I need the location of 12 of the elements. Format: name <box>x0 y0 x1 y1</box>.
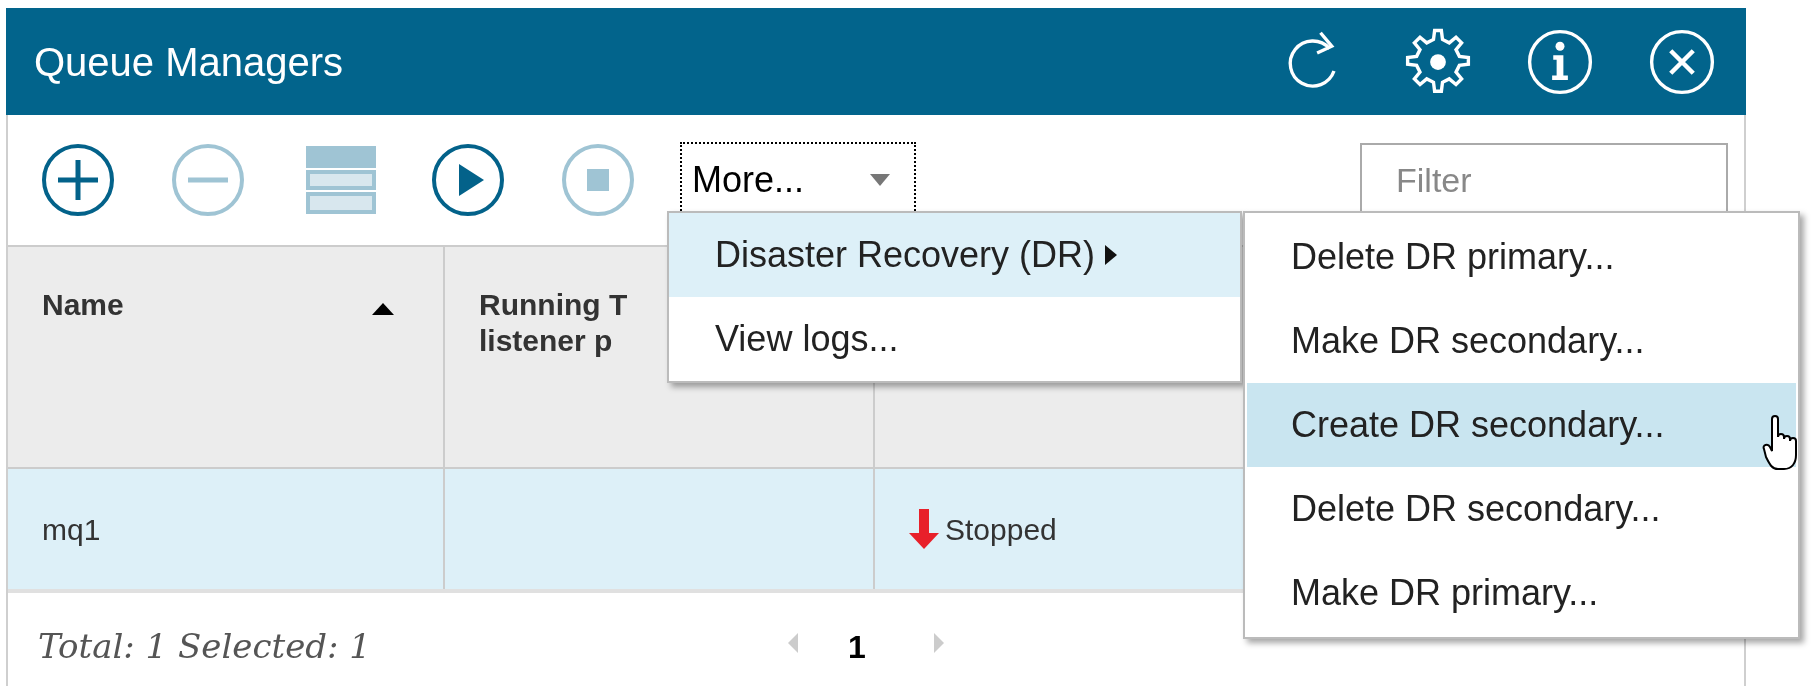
menu-item[interactable]: Disaster Recovery (DR) <box>669 213 1240 297</box>
selection-summary: Total: 1 Selected: 1 <box>38 625 371 668</box>
status-text: Stopped <box>945 511 1057 548</box>
column-header[interactable]: Name <box>8 247 445 467</box>
play-icon[interactable] <box>430 142 506 218</box>
window-title: Queue Managers <box>34 38 345 86</box>
page-number[interactable]: 1 <box>848 623 866 671</box>
caret-icon <box>870 174 890 186</box>
menu-item[interactable]: Create DR secondary... <box>1247 383 1796 467</box>
menu-item[interactable]: View logs... <box>669 297 1240 381</box>
table-cell-text: mq1 <box>42 511 101 548</box>
add-icon[interactable] <box>40 142 116 218</box>
